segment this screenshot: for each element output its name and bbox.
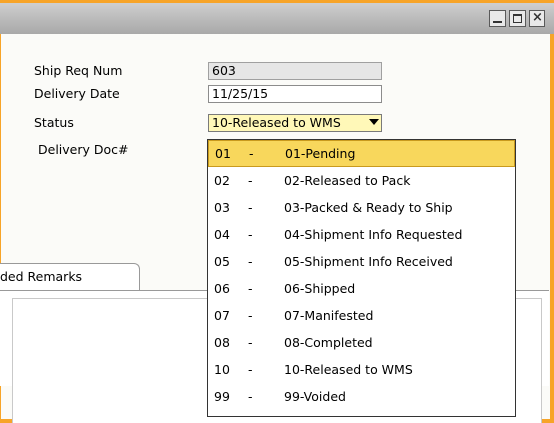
- option-text: 06-Shipped: [284, 281, 356, 296]
- option-text: 05-Shipment Info Received: [284, 254, 453, 269]
- option-code: 07: [214, 308, 230, 323]
- option-separator: -: [248, 362, 253, 377]
- option-code: 06: [214, 281, 230, 296]
- option-code: 08: [214, 335, 230, 350]
- title-bar[interactable]: ×: [0, 0, 554, 34]
- status-select[interactable]: 10-Released to WMS: [208, 114, 382, 132]
- status-select-value: 10-Released to WMS: [212, 115, 341, 130]
- option-separator: -: [248, 200, 253, 215]
- dropdown-option[interactable]: 10 - 10-Released to WMS: [208, 356, 515, 383]
- dropdown-option[interactable]: 01 - 01-Pending: [208, 140, 515, 167]
- option-separator: -: [248, 173, 253, 188]
- option-separator: -: [248, 227, 253, 242]
- option-text: 99-Voided: [284, 389, 346, 404]
- option-text: 03-Packed & Ready to Ship: [284, 200, 453, 215]
- option-code: 10: [214, 362, 230, 377]
- minimize-icon[interactable]: [489, 10, 506, 27]
- dropdown-option[interactable]: 04 - 04-Shipment Info Requested: [208, 221, 515, 248]
- close-icon[interactable]: ×: [529, 10, 545, 27]
- option-code: 04: [214, 227, 230, 242]
- status-dropdown-list: 01 - 01-Pending 02 - 02-Released to Pack…: [207, 139, 516, 417]
- option-separator: -: [248, 254, 253, 269]
- maximize-icon[interactable]: [509, 10, 526, 27]
- option-text: 08-Completed: [284, 335, 373, 350]
- ship-req-num-label: Ship Req Num: [34, 63, 123, 78]
- option-separator: -: [249, 146, 254, 161]
- dropdown-option[interactable]: 99 - 99-Voided: [208, 383, 515, 410]
- status-label: Status: [34, 115, 74, 130]
- option-separator: -: [248, 308, 253, 323]
- option-text: 01-Pending: [285, 146, 356, 161]
- option-separator: -: [248, 389, 253, 404]
- option-code: 01: [215, 146, 231, 161]
- option-text: 02-Released to Pack: [284, 173, 411, 188]
- option-code: 03: [214, 200, 230, 215]
- dropdown-option[interactable]: 03 - 03-Packed & Ready to Ship: [208, 194, 515, 221]
- dropdown-option[interactable]: 02 - 02-Released to Pack: [208, 167, 515, 194]
- tab-remarks[interactable]: ded Remarks: [0, 263, 140, 290]
- delivery-date-field[interactable]: 11/25/15: [208, 85, 382, 103]
- dropdown-option[interactable]: 08 - 08-Completed: [208, 329, 515, 356]
- option-separator: -: [248, 335, 253, 350]
- dropdown-option[interactable]: 05 - 05-Shipment Info Received: [208, 248, 515, 275]
- ship-req-num-field: 603: [208, 62, 382, 80]
- dropdown-option[interactable]: 06 - 06-Shipped: [208, 275, 515, 302]
- chevron-down-icon[interactable]: [369, 119, 379, 125]
- option-code: 99: [214, 389, 230, 404]
- delivery-date-label: Delivery Date: [34, 86, 120, 101]
- option-text: 07-Manifested: [284, 308, 374, 323]
- option-code: 05: [214, 254, 230, 269]
- option-code: 02: [214, 173, 230, 188]
- delivery-doc-label: Delivery Doc#: [38, 142, 129, 157]
- option-separator: -: [248, 281, 253, 296]
- dropdown-option[interactable]: 07 - 07-Manifested: [208, 302, 515, 329]
- option-text: 04-Shipment Info Requested: [284, 227, 463, 242]
- option-text: 10-Released to WMS: [284, 362, 413, 377]
